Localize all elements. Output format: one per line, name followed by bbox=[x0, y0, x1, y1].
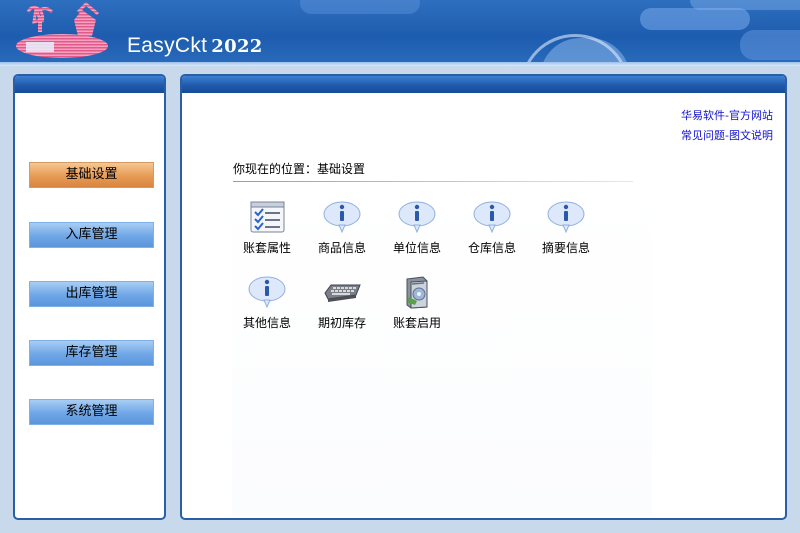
sidebar-item-inventory[interactable]: 库存管理 bbox=[29, 340, 154, 366]
function-other-info[interactable]: 其他信息 bbox=[232, 275, 302, 331]
function-account-enable[interactable]: 账套启用 bbox=[382, 275, 452, 331]
sidebar-item-basic-settings[interactable]: 基础设置 bbox=[29, 162, 154, 188]
breadcrumb-prefix: 你现在的位置： bbox=[233, 162, 318, 176]
header-decoration bbox=[690, 0, 800, 10]
info-bubble-icon bbox=[547, 201, 585, 234]
function-warehouse-info[interactable]: 仓库信息 bbox=[457, 200, 527, 256]
function-label: 期初库存 bbox=[317, 316, 366, 330]
header-decoration bbox=[640, 8, 750, 30]
app-title: EasyCkt 2022 bbox=[127, 34, 263, 58]
sidebar: 基础设置 入库管理 出库管理 库存管理 系统管理 bbox=[13, 74, 166, 520]
function-unit-info[interactable]: 单位信息 bbox=[382, 200, 452, 256]
header-decoration bbox=[300, 0, 420, 14]
breadcrumb-current: 基础设置 bbox=[317, 162, 366, 176]
function-label: 摘要信息 bbox=[541, 241, 590, 255]
app-name: EasyCkt bbox=[127, 34, 208, 57]
info-bubble-icon bbox=[473, 201, 511, 234]
info-bubble-icon bbox=[398, 201, 436, 234]
checklist-icon bbox=[250, 201, 285, 233]
header-divider bbox=[0, 62, 800, 66]
function-opening-stock[interactable]: 期初库存 bbox=[307, 275, 377, 331]
function-label: 账套启用 bbox=[392, 316, 441, 330]
island-logo-icon bbox=[16, 2, 108, 58]
function-label: 其他信息 bbox=[242, 316, 291, 330]
function-summary-info[interactable]: 摘要信息 bbox=[531, 200, 601, 256]
function-label: 商品信息 bbox=[317, 241, 366, 255]
info-bubble-icon bbox=[248, 276, 286, 309]
function-account-properties[interactable]: 账套属性 bbox=[232, 200, 302, 256]
function-label: 账套属性 bbox=[242, 241, 291, 255]
function-label: 单位信息 bbox=[392, 241, 441, 255]
top-links: 华易软件-官方网站 常见问题-图文说明 bbox=[681, 106, 773, 146]
breadcrumb: 你现在的位置：基础设置 bbox=[233, 160, 633, 182]
faq-link[interactable]: 常见问题-图文说明 bbox=[681, 126, 773, 146]
main-caption-bar bbox=[182, 76, 785, 93]
software-box-icon bbox=[406, 276, 428, 309]
official-site-link[interactable]: 华易软件-官方网站 bbox=[681, 106, 773, 126]
sidebar-item-outbound[interactable]: 出库管理 bbox=[29, 281, 154, 307]
function-label: 仓库信息 bbox=[467, 241, 516, 255]
info-bubble-icon bbox=[323, 201, 361, 234]
app-year: 2022 bbox=[211, 36, 263, 57]
sidebar-item-inbound[interactable]: 入库管理 bbox=[29, 222, 154, 248]
sidebar-item-system[interactable]: 系统管理 bbox=[29, 399, 154, 425]
keyboard-icon bbox=[324, 284, 361, 302]
main-panel: 华易软件-官方网站 常见问题-图文说明 你现在的位置：基础设置 账套属性 商品信… bbox=[180, 74, 787, 520]
function-product-info[interactable]: 商品信息 bbox=[307, 200, 377, 256]
app-header: EasyCkt 2022 bbox=[0, 0, 800, 66]
header-decoration bbox=[740, 30, 800, 60]
sidebar-caption-bar bbox=[15, 76, 164, 93]
